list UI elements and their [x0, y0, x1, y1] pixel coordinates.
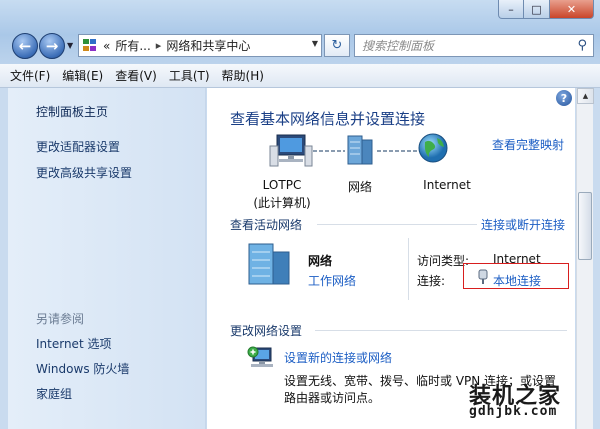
view-full-map-link[interactable]: 查看完整映射: [492, 136, 564, 153]
page-title: 查看基本网络信息并设置连接: [230, 110, 426, 128]
change-settings-heading: 更改网络设置: [230, 324, 303, 338]
active-networks-heading: 查看活动网络: [230, 218, 303, 232]
network-building-icon: [248, 243, 290, 285]
help-icon[interactable]: ?: [556, 90, 572, 106]
access-type-label: 访问类型:: [417, 254, 470, 268]
sidebar: 控制面板主页 更改适配器设置 更改高级共享设置 另请参阅 Internet 选项…: [8, 88, 206, 429]
sidebar-item-control-panel-home[interactable]: 控制面板主页: [36, 103, 108, 120]
breadcrumb-separator-icon[interactable]: ▸: [156, 39, 162, 52]
search-placeholder: 搜索控制面板: [362, 39, 435, 53]
refresh-button[interactable]: ↻: [324, 34, 350, 57]
sidebar-item-change-adapter[interactable]: 更改适配器设置: [36, 138, 120, 155]
recent-pages-dropdown[interactable]: ▼: [67, 41, 73, 50]
local-connection-link[interactable]: 本地连接: [493, 272, 541, 289]
connection-label: 连接:: [417, 274, 446, 288]
section-divider: [315, 330, 567, 331]
watermark: 装机之家 gdhjbk.com: [469, 378, 595, 426]
menu-view[interactable]: 查看(V): [115, 67, 157, 84]
see-also-homegroup[interactable]: 家庭组: [36, 385, 72, 402]
ethernet-connection-icon: [478, 269, 488, 284]
refresh-icon: ↻: [331, 38, 343, 53]
network-icon: [347, 135, 373, 165]
network-type-link[interactable]: 工作网络: [308, 272, 356, 289]
menu-bar: 文件(F) 编辑(E) 查看(V) 工具(T) 帮助(H): [0, 64, 600, 88]
sidebar-item-advanced-sharing[interactable]: 更改高级共享设置: [36, 164, 132, 181]
network-label: 网络: [347, 180, 372, 194]
address-bar[interactable]: « 所有... ▸ 网络和共享中心 ▼: [78, 34, 322, 57]
breadcrumb-all-items[interactable]: 所有...: [115, 37, 150, 54]
control-panel-icon: [83, 38, 99, 53]
back-arrow-icon: ←: [18, 37, 32, 55]
watermark-url: gdhjbk.com: [469, 404, 558, 419]
see-also-internet-options[interactable]: Internet 选项: [36, 335, 111, 352]
map-link-line: [377, 150, 417, 152]
back-button[interactable]: ←: [12, 33, 38, 59]
see-also-windows-firewall[interactable]: Windows 防火墙: [36, 360, 129, 377]
forward-button[interactable]: →: [39, 33, 65, 59]
search-icon[interactable]: ⚲: [577, 38, 587, 53]
close-button[interactable]: ✕: [550, 0, 594, 19]
map-link-line: [313, 150, 345, 152]
internet-label: Internet: [423, 178, 471, 192]
menu-help[interactable]: 帮助(H): [222, 67, 264, 84]
computer-name: LOTPC: [262, 178, 302, 192]
see-also-heading: 另请参阅: [36, 312, 85, 326]
breadcrumb-overflow[interactable]: «: [103, 39, 110, 53]
setup-description-line-2: 路由器或访问点。: [284, 391, 381, 405]
active-network-name: 网络: [308, 254, 333, 268]
minimize-button[interactable]: –: [498, 0, 524, 19]
computer-icon: [269, 134, 313, 167]
window-controls: – □ ✕: [498, 0, 594, 19]
section-divider: [408, 238, 409, 300]
setup-connection-link[interactable]: 设置新的连接或网络: [284, 349, 392, 366]
scroll-thumb[interactable]: [578, 192, 592, 260]
connect-disconnect-link[interactable]: 连接或断开连接: [481, 216, 565, 233]
menu-file[interactable]: 文件(F): [10, 67, 50, 84]
menu-tools[interactable]: 工具(T): [169, 67, 210, 84]
address-dropdown-icon[interactable]: ▼: [312, 39, 318, 48]
menu-edit[interactable]: 编辑(E): [62, 67, 103, 84]
breadcrumb-network-center[interactable]: 网络和共享中心: [166, 37, 250, 54]
new-connection-icon: [247, 346, 273, 367]
scroll-up-icon[interactable]: ▲: [577, 88, 594, 104]
maximize-button[interactable]: □: [524, 0, 550, 19]
section-divider: [317, 224, 477, 225]
forward-arrow-icon: →: [45, 37, 59, 55]
navigation-bar: ← → ▼ « 所有... ▸ 网络和共享中心 ▼ ↻ 搜索控制面板 ⚲: [8, 32, 594, 60]
internet-globe-icon: [418, 133, 448, 163]
search-input[interactable]: 搜索控制面板 ⚲: [354, 34, 594, 57]
computer-subtitle: (此计算机): [253, 196, 311, 210]
